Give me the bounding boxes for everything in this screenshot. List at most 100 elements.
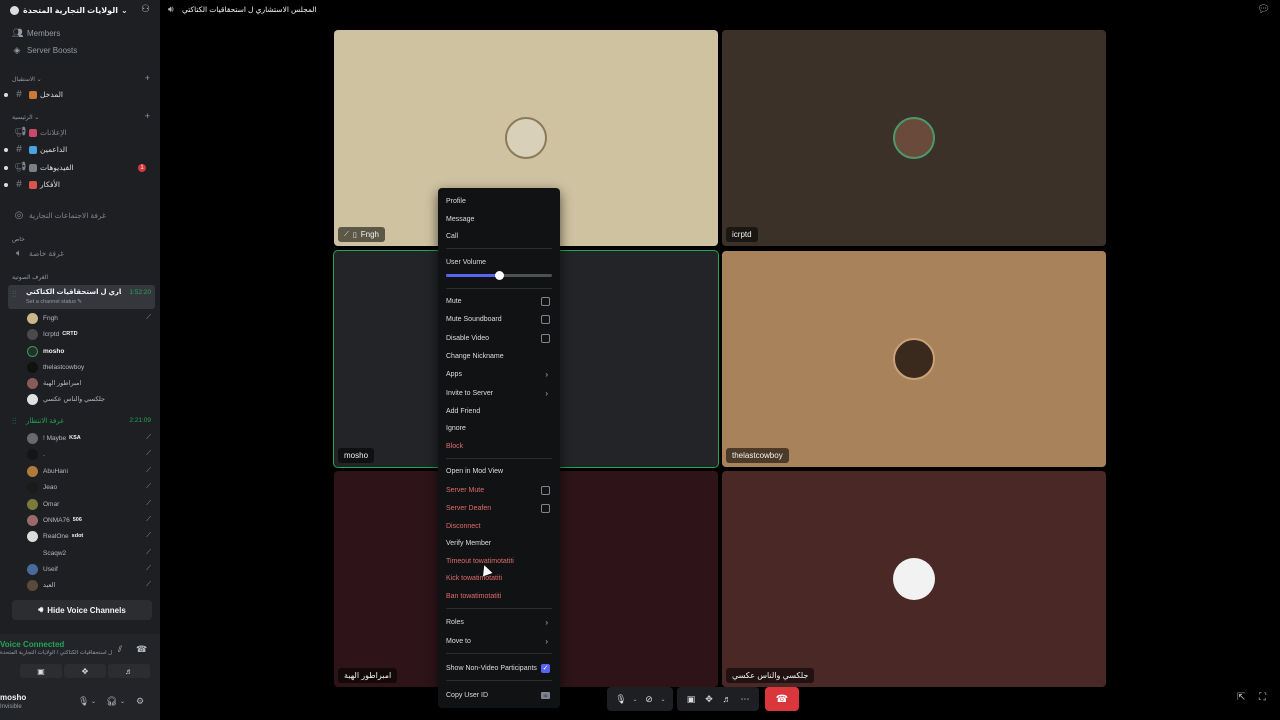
add-channel-icon[interactable]: + <box>145 73 150 83</box>
voice-member[interactable]: العبد ⟋ <box>27 578 153 592</box>
category-entrance[interactable]: الاستقبال ⌄ <box>12 76 42 83</box>
menu-item-block[interactable]: Block <box>446 439 552 453</box>
member-name: Jeao <box>43 483 58 491</box>
channel-status[interactable]: Set a channel status ✎ <box>26 299 82 305</box>
pop-out-icon[interactable]: ⇱ <box>1237 692 1245 703</box>
voice-connected-status[interactable]: Voice Connected <box>0 640 64 649</box>
voice-member[interactable]: . ⟋ <box>27 447 153 461</box>
menu-item-ignore[interactable]: Ignore <box>446 421 552 435</box>
participant-tile[interactable]: thelastcowboy <box>722 251 1106 467</box>
voice-member[interactable]: Scaqw2 ⟋ <box>27 546 153 560</box>
server-mute-checkbox[interactable] <box>541 485 550 495</box>
menu-item-mute-soundboard[interactable]: Mute Soundboard <box>446 312 552 326</box>
category-main[interactable]: الرئيسية ⌄ <box>12 114 39 121</box>
voice-member[interactable]: mosho <box>27 344 153 358</box>
noise-suppression-icon[interactable]: ⫽ <box>118 644 122 655</box>
chat-bubble-icon[interactable]: 💬︎ <box>1257 4 1270 15</box>
mute-checkbox[interactable] <box>541 296 550 306</box>
microphone-icon[interactable]: 🎙︎ <box>612 690 630 708</box>
screen-share-icon[interactable]: ▣ <box>682 690 700 708</box>
menu-item-message[interactable]: Message <box>446 212 552 226</box>
menu-item-disable-video[interactable]: Disable Video <box>446 331 552 345</box>
headphones-icon[interactable]: 🎧︎ <box>106 696 117 707</box>
menu-item-server-deafen[interactable]: Server Deafen <box>446 501 552 515</box>
channel-ideas[interactable]: # الأفكار <box>4 177 154 192</box>
active-voice-channel[interactable]: ⫶⫶ المجلس الاستشاري ل استحقاقيات الكتاكت… <box>8 285 155 309</box>
menu-item-kick[interactable]: Kick towatimotatiti <box>446 571 552 585</box>
voice-member[interactable]: AbuHani ⟋ <box>27 464 153 478</box>
channel-videos[interactable]: 📢︎ الفيديوهات 1 <box>4 160 154 175</box>
channel-meeting[interactable]: ◎ غرفة الاجتماعات التجارية <box>4 208 154 223</box>
menu-item-call[interactable]: Call <box>446 229 552 243</box>
more-options-icon[interactable]: ⋯ <box>736 690 754 708</box>
channel-supporters[interactable]: # الداعمين <box>4 142 154 157</box>
menu-item-show-non-video[interactable]: Show Non-Video Participants ✓ <box>446 661 552 675</box>
soundboard-icon[interactable]: ♬ <box>718 690 736 708</box>
add-people-icon[interactable]: ⚇ <box>141 4 150 15</box>
disconnect-icon[interactable]: ☎ <box>136 644 147 655</box>
menu-item-apps[interactable]: Apps › <box>446 367 552 381</box>
avatar <box>27 345 38 357</box>
end-call-button[interactable]: ☎ <box>765 687 799 711</box>
microphone-icon[interactable]: 🎙︎ <box>78 696 89 707</box>
voice-member[interactable]: ! Maybe KSA ⟋ <box>27 431 153 445</box>
disable-video-checkbox[interactable] <box>541 333 550 343</box>
server-header[interactable]: الولايات التجارية المتحدة ⌄ ⚇ <box>0 0 160 20</box>
user-volume-slider[interactable] <box>446 271 552 280</box>
voice-member[interactable]: Useif ⟋ <box>27 562 153 576</box>
menu-item-mute[interactable]: Mute <box>446 294 552 308</box>
voice-member[interactable]: امبراطور الهبة <box>27 376 153 390</box>
hide-voice-channels-button[interactable]: 🔊︎ Hide Voice Channels <box>12 600 152 620</box>
menu-item-copy-id[interactable]: Copy User ID ID <box>446 688 552 702</box>
activities-icon[interactable]: ✥ <box>64 664 106 678</box>
server-boosts-link[interactable]: ◈ Server Boosts <box>12 43 78 57</box>
channel-entrance[interactable]: # المدخل <box>4 87 154 102</box>
activities-icon[interactable]: ✥ <box>700 690 718 708</box>
gear-icon[interactable]: ⚙ <box>136 696 144 707</box>
camera-off-icon[interactable]: ⊘ <box>640 690 658 708</box>
voice-member[interactable]: RealOne sdot ⟋ <box>27 529 153 543</box>
voice-member[interactable]: thelastcowboy <box>27 360 153 374</box>
voice-member[interactable]: Jeao ⟋ <box>27 480 153 494</box>
category-voice[interactable]: الغرف الصوتية <box>12 274 48 281</box>
voice-member[interactable]: Fngh ⟋ <box>27 311 153 325</box>
chevron-down-icon[interactable]: ⌄ <box>630 690 640 708</box>
menu-item-add-friend[interactable]: Add Friend <box>446 404 552 418</box>
voice-member[interactable]: جلكسي والناس عكسي <box>27 392 153 406</box>
user-panel[interactable]: mosho Invisible 🎙︎ ⌄ 🎧︎ ⌄ ⚙ <box>0 686 160 720</box>
member-name: ONMA76 <box>43 516 70 524</box>
channel-private-room[interactable]: 🔈︎ غرفة خاصة <box>4 246 154 261</box>
soundboard-icon[interactable]: ♬ <box>108 664 150 678</box>
channel-announcements[interactable]: 📢︎ الإعلانات <box>4 125 154 140</box>
menu-item-verify[interactable]: Verify Member <box>446 536 552 550</box>
menu-item-disconnect[interactable]: Disconnect <box>446 519 552 533</box>
menu-item-ban[interactable]: Ban towatimotatiti <box>446 589 552 603</box>
chevron-down-icon[interactable]: ⌄ <box>120 698 125 705</box>
members-link[interactable]: 👥︎ Members <box>12 26 60 40</box>
mute-soundboard-checkbox[interactable] <box>541 314 550 324</box>
voice-member[interactable]: Omar ⟋ <box>27 497 153 511</box>
waiting-voice-channel[interactable]: ⫶⫶ غرفة الانتظار 2:21:09 <box>8 414 155 428</box>
menu-item-invite[interactable]: Invite to Server › <box>446 386 552 400</box>
menu-item-change-nickname[interactable]: Change Nickname <box>446 349 552 363</box>
fullscreen-icon[interactable]: ⛶ <box>1259 692 1266 703</box>
screen-share-icon[interactable]: ▣ <box>20 664 62 678</box>
add-channel-icon[interactable]: + <box>145 111 150 121</box>
category-private[interactable]: خاص <box>12 236 25 243</box>
menu-item-roles[interactable]: Roles › <box>446 615 552 629</box>
voice-member[interactable]: ONMA76 506 ⟋ <box>27 513 153 527</box>
participant-tile[interactable]: جلكسي والناس عكسي <box>722 471 1106 687</box>
menu-item-timeout[interactable]: Timeout towatimotatiti <box>446 554 552 568</box>
chevron-down-icon[interactable]: ⌄ <box>658 690 668 708</box>
show-non-video-checkbox[interactable]: ✓ <box>541 663 550 673</box>
chevron-down-icon[interactable]: ⌄ <box>91 698 96 705</box>
menu-item-move-to[interactable]: Move to › <box>446 634 552 648</box>
server-deafen-checkbox[interactable] <box>541 503 550 513</box>
slider-handle[interactable] <box>495 271 504 280</box>
menu-label: Server Deafen <box>446 504 492 512</box>
menu-item-server-mute[interactable]: Server Mute <box>446 483 552 497</box>
menu-item-profile[interactable]: Profile <box>446 194 552 208</box>
menu-item-mod-view[interactable]: Open in Mod View <box>446 464 552 478</box>
participant-tile[interactable]: icrptd <box>722 30 1106 246</box>
voice-member[interactable]: Icrptd CRTD <box>27 327 153 341</box>
